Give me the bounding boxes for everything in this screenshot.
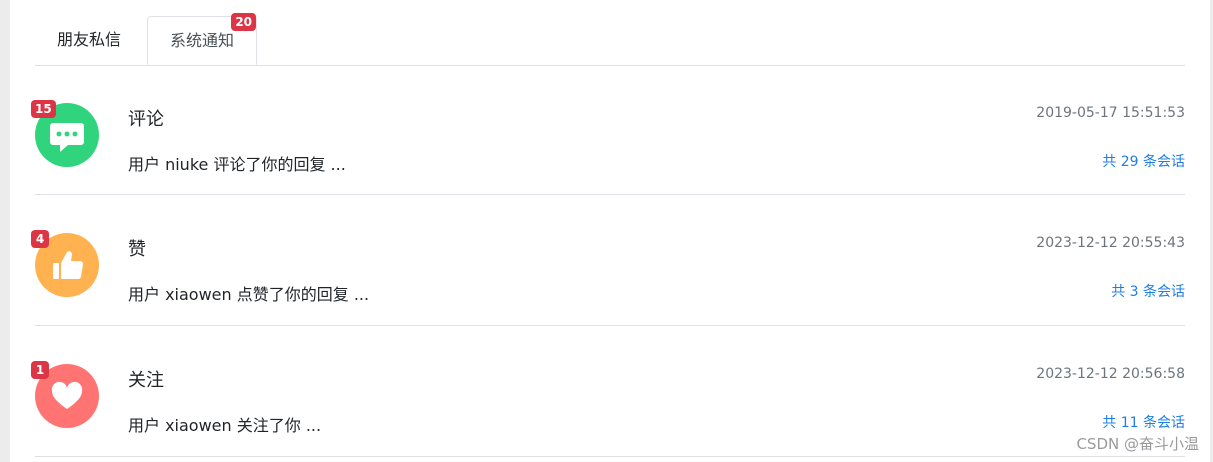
notice-time: 2023-12-12 20:56:58	[1036, 366, 1185, 382]
notice-time: 2019-05-17 15:51:53	[1036, 105, 1185, 121]
notice-content[interactable]: 用户 xiaowen 关注了你 ...	[128, 412, 321, 436]
conversation-count-link[interactable]: 共 3 条会话	[1111, 281, 1185, 301]
notice-item-comment[interactable]: 15 评论 用户 niuke 评论了你的回复 ... 2019-05-17 15…	[31, 65, 1185, 195]
notice-title: 赞	[128, 239, 146, 260]
tab-friend-messages[interactable]: 朋友私信	[35, 16, 143, 64]
watermark: CSDN @奋斗小温	[1076, 435, 1199, 453]
unread-count-badge: 1	[31, 361, 49, 379]
notice-item-like[interactable]: 4 赞 用户 xiaowen 点赞了你的回复 ... 2023-12-12 20…	[31, 195, 1185, 326]
tab-system-notices-label: 系统通知	[170, 31, 235, 50]
notice-content[interactable]: 用户 niuke 评论了你的回复 ...	[128, 151, 346, 175]
message-tabs: 朋友私信 系统通知 20	[35, 13, 1185, 66]
unread-count-badge: 4	[31, 230, 49, 248]
notice-page: 朋友私信 系统通知 20 15 评论 用户 niuke 评论了你的回复 ... …	[10, 0, 1210, 462]
unread-badge: 20	[231, 13, 257, 31]
notice-content[interactable]: 用户 xiaowen 点赞了你的回复 ...	[128, 281, 369, 305]
tab-friend-messages-label: 朋友私信	[57, 30, 122, 49]
notice-title: 关注	[128, 370, 164, 391]
notice-time: 2023-12-12 20:55:43	[1036, 235, 1185, 251]
unread-count-badge: 15	[31, 100, 56, 118]
conversation-count-link[interactable]: 共 11 条会话	[1102, 412, 1185, 432]
notice-list: 15 评论 用户 niuke 评论了你的回复 ... 2019-05-17 15…	[31, 65, 1185, 457]
notice-item-follow[interactable]: 1 关注 用户 xiaowen 关注了你 ... 2023-12-12 20:5…	[31, 326, 1185, 457]
tab-system-notices[interactable]: 系统通知 20	[147, 13, 258, 65]
conversation-count-link[interactable]: 共 29 条会话	[1102, 151, 1185, 171]
notice-title: 评论	[128, 109, 164, 130]
